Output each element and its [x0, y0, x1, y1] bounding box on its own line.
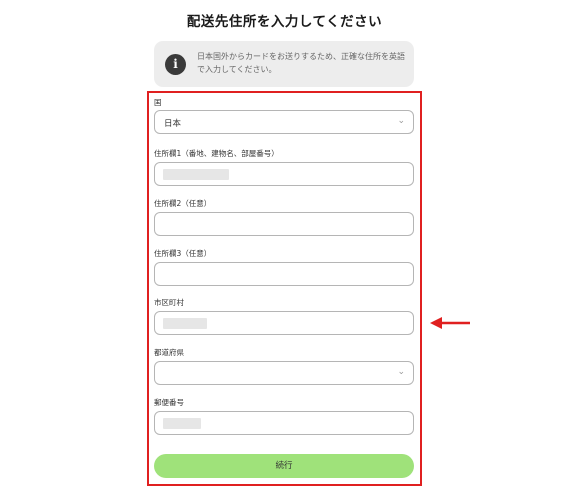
page: 配送先住所を入力してください i 日本国外からカードをお送りするため、正確な住所…	[0, 0, 569, 489]
masked-value	[163, 318, 207, 329]
red-arrow-icon	[430, 317, 470, 329]
address2-label: 住所欄2（任意）	[154, 199, 212, 208]
postal-input[interactable]	[154, 411, 414, 435]
masked-value	[163, 169, 229, 180]
city-label: 市区町村	[154, 298, 184, 307]
notice-banner: i 日本国外からカードをお送りするため、正確な住所を英語で入力してください。	[154, 41, 414, 87]
page-title: 配送先住所を入力してください	[186, 14, 383, 30]
continue-button[interactable]: 続行	[154, 454, 414, 478]
info-icon: i	[165, 54, 186, 75]
address3-input[interactable]	[154, 262, 414, 286]
address1-label: 住所欄1（番地、建物名、部屋番号）	[154, 149, 279, 158]
address2-input[interactable]	[154, 212, 414, 236]
prefecture-select[interactable]: ⌄	[154, 361, 414, 385]
prefecture-label: 都道府県	[154, 348, 184, 357]
address1-input[interactable]	[154, 162, 414, 186]
masked-value	[163, 418, 201, 429]
country-select[interactable]: 日本 ⌄	[154, 110, 414, 134]
address3-label: 住所欄3（任意）	[154, 249, 212, 258]
chevron-down-icon: ⌄	[397, 367, 405, 377]
postal-label: 郵便番号	[154, 398, 184, 407]
chevron-down-icon: ⌄	[397, 116, 405, 126]
country-value: 日本	[164, 119, 182, 129]
city-input[interactable]	[154, 311, 414, 335]
notice-text: 日本国外からカードをお送りするため、正確な住所を英語で入力してください。	[197, 52, 405, 74]
country-label: 国	[154, 98, 162, 107]
